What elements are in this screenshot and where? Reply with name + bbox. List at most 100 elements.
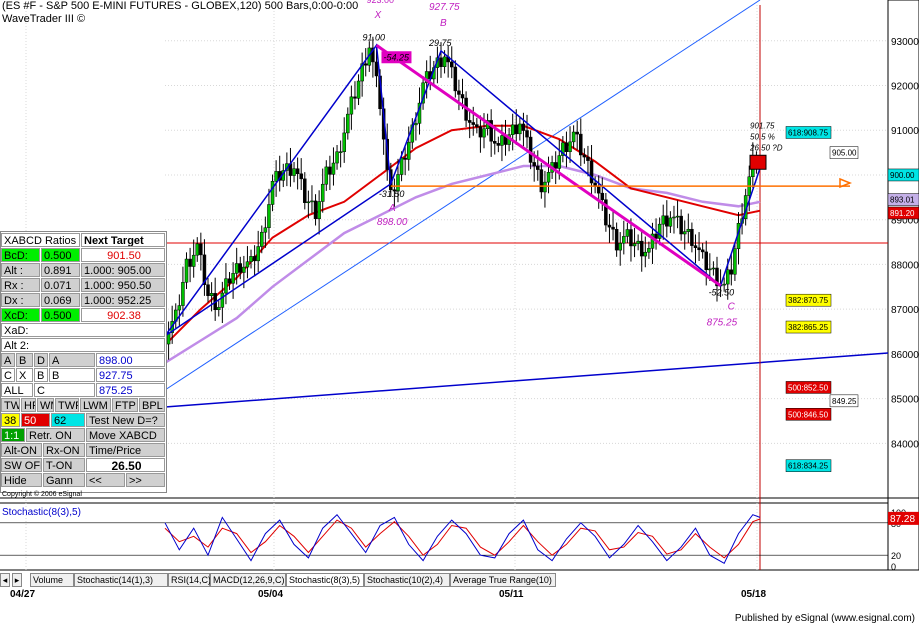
panel-row: SW OFFT-ON26.50 <box>1 458 166 472</box>
candle-body <box>295 168 300 175</box>
panel-cell[interactable]: TWF <box>55 398 79 412</box>
candle-body <box>729 269 734 275</box>
panel-cell[interactable]: 62 <box>51 413 85 427</box>
panel-cell[interactable]: Move XABCD <box>86 428 165 442</box>
candle-body <box>449 61 454 68</box>
panel-cell[interactable]: Time/Price <box>86 443 165 457</box>
candle-body <box>514 124 519 135</box>
indicator-tab[interactable]: Stochastic(14(1),3) <box>74 573 168 587</box>
indicator-tab[interactable]: Volume <box>30 573 74 587</box>
candle-body <box>614 228 619 251</box>
candle-body <box>191 254 196 267</box>
price-label: 500:846.50 <box>788 410 829 419</box>
candle-body <box>643 251 648 257</box>
candle-body <box>303 178 307 203</box>
panel-cell[interactable]: >> <box>126 473 165 487</box>
candle-body <box>475 124 479 127</box>
candle-body <box>722 283 726 286</box>
candle-body <box>442 56 447 67</box>
panel-cell: 1.000: 950.50 <box>81 278 165 292</box>
panel-row: Alt :0.891 1.000: 905.00 <box>1 263 166 277</box>
candle-body <box>553 162 558 169</box>
candle-body <box>575 131 579 135</box>
candle-body <box>532 162 536 167</box>
panel-cell[interactable]: Test New D=? <box>86 413 165 427</box>
price-tick-label: 93000 <box>891 37 919 48</box>
tab-scroll-right-icon[interactable]: ▸ <box>12 573 22 587</box>
panel-cell[interactable]: Hide <box>1 473 42 487</box>
candle-body <box>184 258 189 283</box>
panel-cell: BcD: <box>1 248 40 262</box>
candle-body <box>338 151 343 153</box>
panel-row: ALL C 875.25 <box>1 383 166 397</box>
panel-cell[interactable]: TW <box>1 398 20 412</box>
candle-body <box>263 227 268 233</box>
candle-body <box>439 57 443 67</box>
panel-cell[interactable]: BPL <box>139 398 165 412</box>
panel-cell[interactable]: 50 <box>21 413 50 427</box>
panel-row: TWHRWMTWFLWMFTPBPL <box>1 398 166 412</box>
panel-cell: Alt : <box>1 263 40 277</box>
indicator-tab[interactable]: Stochastic(10(2),4) <box>364 573 450 587</box>
candle-body <box>310 200 314 203</box>
candle-body <box>363 63 368 66</box>
label-b: B <box>440 18 447 29</box>
indicator-tab[interactable]: Average True Range(10) <box>450 573 556 587</box>
panel-cell[interactable]: Rx-ON <box>43 443 85 457</box>
panel-cell: Next Target <box>81 233 165 247</box>
label-c: C <box>728 302 736 313</box>
candle-body <box>636 240 640 244</box>
candle-body <box>320 183 325 202</box>
panel-cell[interactable]: FTP <box>112 398 138 412</box>
indicator-tab[interactable]: MACD(12,26,9,C) <box>210 573 286 587</box>
panel-cell[interactable]: Retr. ON <box>26 428 85 442</box>
panel-cell: 1.000: 952.25 <box>81 293 165 307</box>
price-tick-label: 91000 <box>891 126 919 137</box>
candle-body <box>270 180 275 205</box>
panel-cell: XABCD Ratios <box>1 233 80 247</box>
panel-cell[interactable]: LWM <box>80 398 111 412</box>
copyright-text: Copyright © 2006 eSignal <box>2 491 82 498</box>
candle-body <box>242 266 246 273</box>
candle-body <box>356 80 361 99</box>
label-d-note: 901.75 <box>750 121 775 130</box>
panel-cell[interactable]: WM <box>37 398 54 412</box>
indicator-tab[interactable]: Stochastic(8(3),5) <box>286 573 364 587</box>
panel-cell[interactable]: 1:1 <box>1 428 25 442</box>
panel-cell[interactable]: SW OFF <box>1 458 42 472</box>
candle-body <box>245 261 250 268</box>
price-label: 893.01 <box>890 196 915 205</box>
candle-body <box>346 113 350 134</box>
label-b-price: 927.75 <box>429 2 460 13</box>
stochastic-tick-label: 0 <box>891 562 896 572</box>
xabcd-ratio-panel: XABCD Ratios Next Target BcD: 0.500 901.50 Al… <box>0 231 167 493</box>
panel-cell[interactable]: 26.50 <box>86 458 165 472</box>
price-tick-label: 86000 <box>891 350 919 361</box>
candle-body <box>543 181 547 193</box>
stochastic-title: Stochastic(8(3),5) <box>2 507 81 518</box>
candle-body <box>199 243 203 256</box>
candle-body <box>209 293 214 296</box>
panel-cell[interactable]: T-ON <box>43 458 85 472</box>
candle-body <box>331 162 336 175</box>
candle-body <box>528 136 533 163</box>
candle-body <box>618 242 622 251</box>
tab-scroll-left-icon[interactable]: ◂ <box>0 573 10 587</box>
panel-cell: D <box>34 353 48 367</box>
panel-cell[interactable]: Gann <box>43 473 85 487</box>
panel-cell[interactable]: Alt-ON <box>1 443 42 457</box>
panel-cell[interactable]: HR <box>21 398 36 412</box>
candle-body <box>252 256 257 262</box>
panel-cell[interactable]: 38 <box>1 413 20 427</box>
candle-body <box>256 246 260 262</box>
candle-body <box>274 171 278 182</box>
panel-cell[interactable]: << <box>86 473 125 487</box>
price-label: 618:834.25 <box>788 462 829 471</box>
candle-body <box>700 249 705 253</box>
panel-row: Hide Gann << >> <box>1 473 166 487</box>
candle-body <box>414 123 418 126</box>
panel-cell: 0.500 <box>41 248 80 262</box>
candle-body <box>679 215 683 235</box>
label-x-value: 91.00 <box>362 32 385 42</box>
indicator-tab[interactable]: RSI(14,C) <box>168 573 211 587</box>
